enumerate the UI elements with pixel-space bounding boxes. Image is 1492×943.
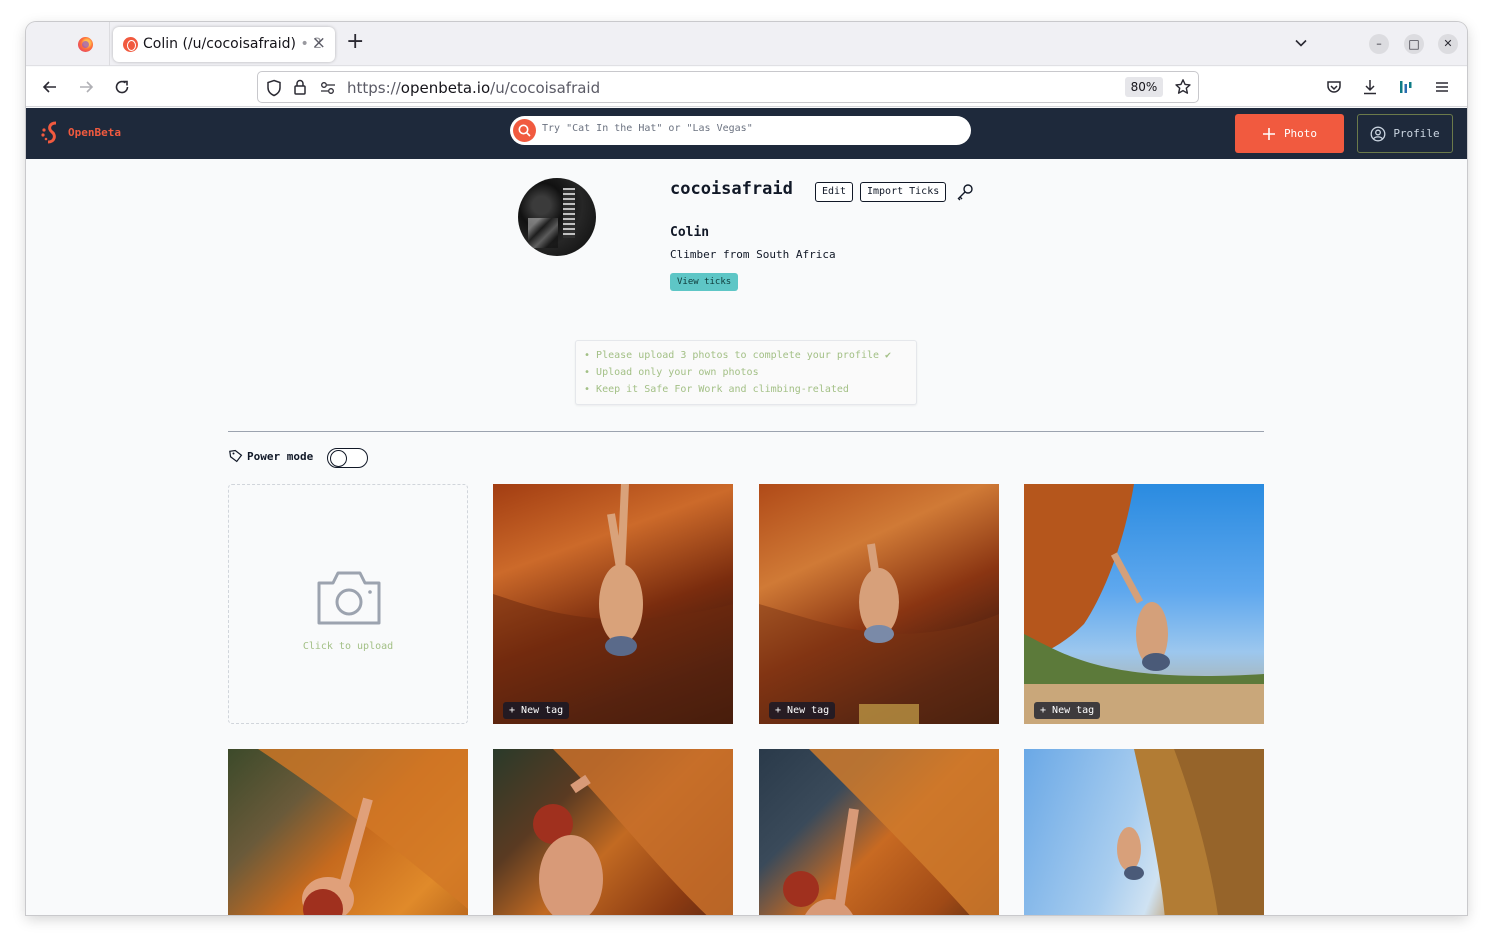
climbing-photo[interactable]: + New tag (759, 484, 999, 724)
climbing-photo[interactable] (493, 749, 733, 915)
permissions-icon[interactable] (320, 81, 336, 95)
url-text[interactable]: https://openbeta.io/u/cocoisafraid (347, 79, 600, 97)
firefox-view-tab[interactable] (26, 22, 110, 66)
divider (228, 431, 1264, 432)
full-name: Colin (670, 225, 710, 240)
openbeta-logo-icon[interactable] (40, 120, 64, 146)
extension-icon[interactable] (1394, 75, 1418, 99)
power-mode-toggle[interactable] (327, 448, 368, 468)
minimize-button[interactable] (1369, 34, 1389, 54)
guideline-item: Upload only your own photos (584, 364, 916, 381)
import-ticks-button[interactable]: Import Ticks (860, 182, 947, 202)
search-icon[interactable] (513, 119, 536, 142)
new-tag-button[interactable]: + New tag (769, 702, 836, 719)
avatar (518, 178, 596, 256)
new-tag-button[interactable]: + New tag (503, 702, 570, 719)
guideline-item: Keep it Safe For Work and climbing-relat… (584, 381, 916, 398)
user-circle-icon (1370, 126, 1386, 141)
url-bar[interactable]: https://openbeta.io/u/cocoisafraid 80% (257, 71, 1199, 103)
shield-icon[interactable] (266, 79, 282, 97)
firefox-icon (78, 37, 93, 52)
photo-guidelines: Please upload 3 photos to complete your … (575, 340, 917, 405)
site-header: OpenBeta Try "Cat In the Hat" or "Las Ve… (26, 108, 1467, 159)
climbing-photo[interactable] (759, 749, 999, 915)
back-icon[interactable] (38, 75, 62, 99)
chevron-down-icon[interactable] (1294, 36, 1308, 50)
plus-icon (1262, 127, 1275, 140)
climbing-photo[interactable] (1024, 749, 1264, 915)
profile-page: cocoisafraid Edit Import Ticks Colin Cli… (26, 159, 1467, 915)
pocket-icon[interactable] (1322, 75, 1346, 99)
openbeta-favicon-icon (123, 37, 138, 52)
close-window-button[interactable] (1438, 34, 1458, 54)
climbing-photo[interactable]: + New tag (493, 484, 733, 724)
profile-button[interactable]: Profile (1357, 114, 1453, 153)
tab-strip: Colin (/u/cocoisafraid) • 2 × + (26, 22, 1467, 66)
maximize-button[interactable] (1404, 34, 1424, 54)
edit-button[interactable]: Edit (815, 182, 854, 202)
forward-icon[interactable] (74, 75, 98, 99)
lock-icon[interactable] (293, 78, 307, 96)
new-tag-button[interactable]: + New tag (1034, 702, 1101, 719)
photo-button-label: Photo (1283, 127, 1318, 140)
key-icon[interactable] (955, 182, 975, 202)
search-placeholder: Try "Cat In the Hat" or "Las Vegas" (542, 123, 753, 134)
reload-icon[interactable] (110, 75, 134, 99)
username: cocoisafraid (670, 179, 793, 199)
site-search-input[interactable]: Try "Cat In the Hat" or "Las Vegas" (510, 116, 971, 145)
view-ticks-button[interactable]: View ticks (670, 273, 739, 291)
browser-window: Colin (/u/cocoisafraid) • 2 × + https://… (26, 22, 1467, 915)
active-tab[interactable]: Colin (/u/cocoisafraid) • 2 × (113, 27, 335, 62)
new-tab-icon[interactable]: + (346, 31, 364, 53)
brand-name[interactable]: OpenBeta (68, 126, 121, 139)
bookmark-star-icon[interactable] (1174, 78, 1192, 96)
climbing-photo[interactable] (228, 749, 468, 915)
guideline-item: Please upload 3 photos to complete your … (584, 347, 916, 364)
profile-button-label: Profile (1393, 127, 1440, 140)
camera-icon (317, 571, 381, 625)
close-tab-icon[interactable]: × (312, 33, 326, 53)
menu-icon[interactable] (1430, 75, 1454, 99)
upload-photo-button[interactable]: Photo (1235, 114, 1344, 153)
upload-dropzone[interactable]: Click to upload (228, 484, 468, 724)
navigation-bar: https://openbeta.io/u/cocoisafraid 80% (26, 67, 1467, 107)
climbing-photo[interactable]: + New tag (1024, 484, 1264, 724)
downloads-icon[interactable] (1358, 75, 1382, 99)
power-mode-label: Power mode (229, 449, 313, 463)
zoom-level[interactable]: 80% (1125, 77, 1163, 97)
bio: Climber from South Africa (670, 248, 836, 261)
upload-label: Click to upload (302, 641, 394, 652)
tag-icon (229, 449, 243, 463)
tab-title: Colin (/u/cocoisafraid) • 2 (143, 36, 323, 52)
